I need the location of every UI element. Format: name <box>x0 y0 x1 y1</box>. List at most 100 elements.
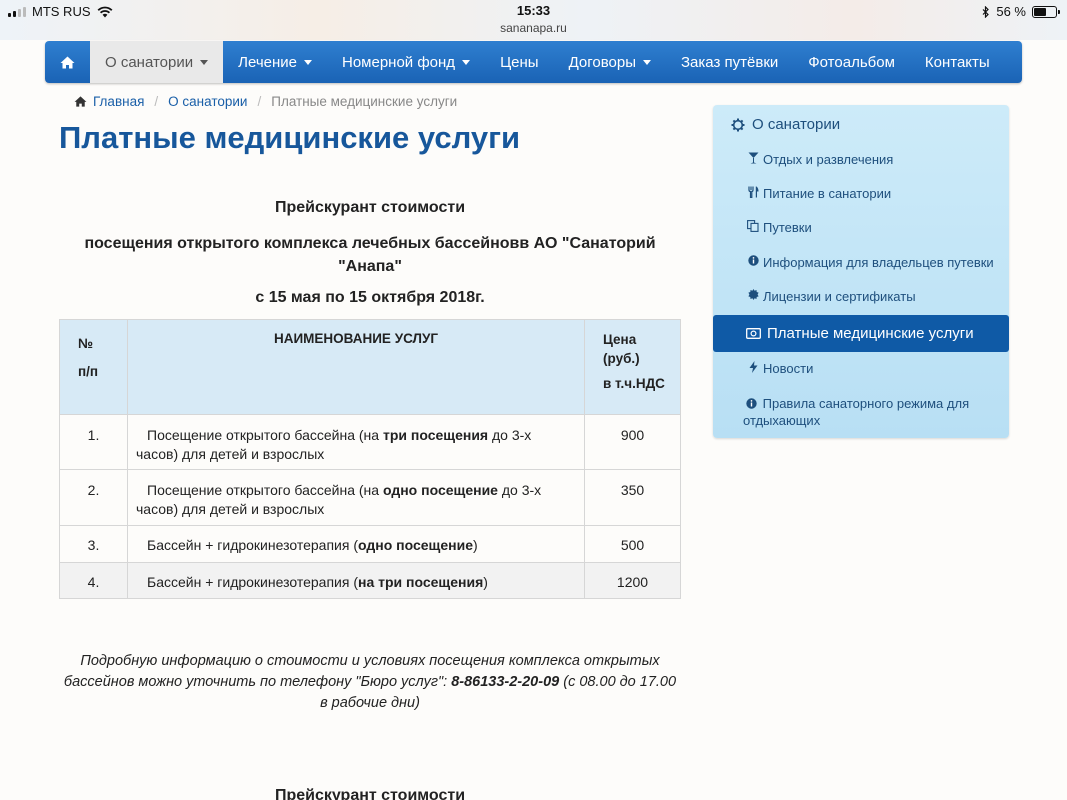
sidebar-item-label: Отдых и развлечения <box>763 152 894 167</box>
nav-item-treatment[interactable]: Лечение <box>223 41 327 83</box>
nav-item-photos[interactable]: Фотоальбом <box>793 41 910 83</box>
service-bold-text: одно посещение <box>357 537 473 553</box>
sidebar-item-paid-services[interactable]: Платные медицинские услуги <box>713 315 1009 352</box>
price-list-heading: Прейскурант стоимости <box>274 199 466 216</box>
sidebar-item-leisure[interactable]: Отдых и развлечения <box>713 152 1009 167</box>
sidebar-item-rules[interactable]: Правила санаторного режима для отдыхающи… <box>713 395 1009 429</box>
row-service: Посещение открытого бассейна (на одно по… <box>127 469 585 526</box>
table-header-row: № п/п НАИМЕНОВАНИЕ УСЛУГ Цена (руб.) в т… <box>59 319 681 415</box>
row-number: 2. <box>59 469 128 526</box>
home-icon <box>60 56 75 68</box>
address-url[interactable]: sananapa.ru <box>0 21 1067 35</box>
flash-icon <box>745 361 761 373</box>
row-price: 900 <box>584 414 681 470</box>
sidebar-item-news[interactable]: Новости <box>713 361 1009 376</box>
sidebar-item-owner-info[interactable]: Информация для владельцев путевки <box>713 255 1009 270</box>
service-text: Бассейн + гидрокинезотерапия ( <box>147 574 358 590</box>
table-row: 4. Бассейн + гидрокинезотерапия (на три … <box>59 562 681 599</box>
sidebar-menu: О санатории Отдых и развлечения Питание … <box>713 105 1009 438</box>
sidebar-title-label: О санатории <box>752 116 841 133</box>
service-text: Бассейн + гидрокинезотерапия ( <box>147 537 358 553</box>
sidebar-item-label: Лицензии и сертификаты <box>763 289 916 304</box>
header-text: п/п <box>78 364 99 379</box>
nav-label: Контакты <box>924 53 990 71</box>
cocktail-icon <box>745 152 761 164</box>
caret-down-icon <box>462 59 471 65</box>
price-list-subheading: посещения открытого комплекса лечебных б… <box>59 232 681 278</box>
nav-item-contracts[interactable]: Договоры <box>554 41 666 83</box>
info-icon <box>745 255 761 266</box>
breadcrumb-home-link[interactable]: Главная <box>93 94 144 109</box>
row-price: 500 <box>584 525 681 563</box>
nav-item-about[interactable]: О санатории <box>90 41 224 83</box>
clock: 15:33 <box>516 3 551 18</box>
nav-home-button[interactable] <box>45 41 90 83</box>
breadcrumb: Главная / О санатории / Платные медицинс… <box>74 94 457 109</box>
battery-icon <box>1032 5 1060 18</box>
price-list-heading-2: Прейскурант стоимости <box>274 787 466 800</box>
table-row: 2. Посещение открытого бассейна (на одно… <box>59 469 681 526</box>
nav-label: Номерной фонд <box>341 53 456 71</box>
price-table: № п/п НАИМЕНОВАНИЕ УСЛУГ Цена (руб.) в т… <box>59 319 681 599</box>
service-text: ) <box>472 537 478 553</box>
nav-item-prices[interactable]: Цены <box>485 41 554 83</box>
nav-label: Договоры <box>568 53 636 71</box>
service-bold-text: на три посещения <box>357 574 484 590</box>
header-text: в т.ч.НДС <box>603 376 665 391</box>
phone-number[interactable]: 8-86133-2-20-09 <box>451 674 559 690</box>
nav-item-booking[interactable]: Заказ путёвки <box>666 41 793 83</box>
copy-icon <box>745 220 761 232</box>
header-service-name: НАИМЕНОВАНИЕ УСЛУГ <box>127 319 585 415</box>
caret-down-icon <box>643 59 651 65</box>
nav-item-rooms[interactable]: Номерной фонд <box>327 41 485 83</box>
caret-down-icon <box>200 59 209 65</box>
row-number: 4. <box>59 562 128 599</box>
page-title: Платные медицинские услуги <box>59 120 521 155</box>
sidebar-item-label: Правила санаторного режима для отдыхающи… <box>743 396 970 428</box>
sidebar-item-label: Новости <box>763 361 814 376</box>
header-price: Цена (руб.) в т.ч.НДС <box>584 319 681 415</box>
row-number: 1. <box>59 414 128 470</box>
table-row: 1. Посещение открытого бассейна (на три … <box>59 414 681 470</box>
row-service: Бассейн + гидрокинезотерапия (одно посещ… <box>127 525 585 563</box>
money-icon <box>745 328 761 339</box>
bluetooth-icon <box>982 5 990 18</box>
sidebar-item-label: Питание в санатории <box>763 186 892 201</box>
certificate-icon <box>745 289 761 300</box>
sidebar-item-food[interactable]: Питание в санатории <box>713 186 1009 201</box>
service-text: Посещение открытого бассейна (на <box>147 482 383 498</box>
cog-icon <box>731 118 745 131</box>
row-price: 1200 <box>584 562 681 599</box>
caret-down-icon <box>303 59 312 65</box>
nav-item-contacts[interactable]: Контакты <box>910 41 1005 83</box>
header-text: (руб.) <box>603 351 640 366</box>
table-row: 3. Бассейн + гидрокинезотерапия (одно по… <box>59 525 681 563</box>
status-right: 56 % <box>982 4 1060 19</box>
nav-label: Фотоальбом <box>808 53 895 71</box>
price-list-period: с 15 мая по 15 октября 2018г. <box>255 289 485 306</box>
row-number: 3. <box>59 525 128 563</box>
subheading-line: посещения открытого комплекса лечебных б… <box>84 235 656 252</box>
row-price: 350 <box>584 469 681 526</box>
ios-status-bar: MTS RUS 15:33 sananapa.ru 56 % <box>0 0 1067 40</box>
home-icon <box>74 96 87 107</box>
breadcrumb-current: Платные медицинские услуги <box>271 94 458 109</box>
cutlery-icon <box>745 186 761 198</box>
sidebar-item-licenses[interactable]: Лицензии и сертификаты <box>713 289 1009 304</box>
sidebar-item-label: Платные медицинские услуги <box>767 325 974 342</box>
main-navbar: О санатории Лечение Номерной фонд Цены Д… <box>45 41 1022 83</box>
sidebar-item-label: Путевки <box>763 220 812 235</box>
battery-percent: 56 % <box>996 4 1026 19</box>
sidebar-item-vouchers[interactable]: Путевки <box>713 220 1009 235</box>
header-number: № п/п <box>59 319 128 415</box>
service-bold-text: одно посещение <box>382 482 498 498</box>
sidebar-title[interactable]: О санатории <box>731 116 840 133</box>
header-text: № <box>78 336 94 351</box>
sidebar-item-label: Информация для владельцев путевки <box>763 255 994 270</box>
service-bold-text: три посещения <box>382 427 489 443</box>
breadcrumb-section-link[interactable]: О санатории <box>168 94 247 109</box>
header-text: Цена <box>603 332 637 347</box>
nav-label: Цены <box>500 53 539 71</box>
service-text: Посещение открытого бассейна (на <box>147 427 383 443</box>
info-icon <box>743 395 759 412</box>
